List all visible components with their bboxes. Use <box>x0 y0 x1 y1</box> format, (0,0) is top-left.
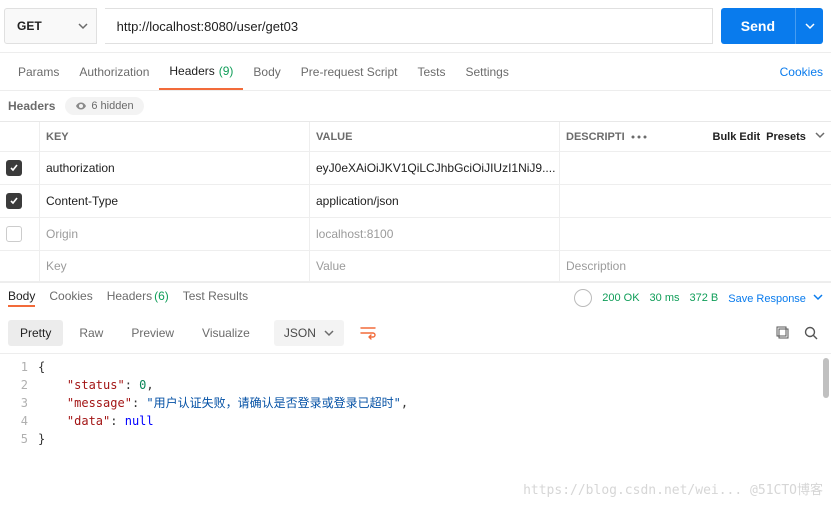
header-desc[interactable] <box>560 185 831 217</box>
header-key[interactable]: Content-Type <box>40 185 310 217</box>
method-select[interactable]: GET <box>4 8 97 44</box>
header-key-input[interactable]: Key <box>40 251 310 281</box>
table-row: Origin localhost:8100 <box>0 218 831 251</box>
view-tab-preview[interactable]: Preview <box>119 320 186 346</box>
request-tabs: Params Authorization Headers(9) Body Pre… <box>0 53 831 91</box>
checkbox[interactable] <box>6 160 22 176</box>
line-numbers: 12345 <box>0 358 38 464</box>
checkbox[interactable] <box>6 193 22 209</box>
table-row: authorization eyJ0eXAiOiJKV1QiLCJhbGciOi… <box>0 152 831 185</box>
tab-settings[interactable]: Settings <box>456 53 519 90</box>
col-key: KEY <box>40 122 310 151</box>
tab-body[interactable]: Body <box>243 53 290 90</box>
tab-pre-request-script[interactable]: Pre-request Script <box>291 53 408 90</box>
globe-icon[interactable] <box>574 289 592 307</box>
table-row: Content-Type application/json <box>0 185 831 218</box>
url-input[interactable] <box>105 8 713 44</box>
header-value[interactable]: application/json <box>310 185 560 217</box>
save-response-dropdown[interactable]: Save Response <box>728 292 823 305</box>
response-tab-headers[interactable]: Headers(6) <box>107 289 169 307</box>
method-label: GET <box>17 19 42 33</box>
tab-headers[interactable]: Headers(9) <box>159 53 243 90</box>
tab-params[interactable]: Params <box>8 53 69 90</box>
header-value[interactable]: localhost:8100 <box>310 218 560 250</box>
bulk-edit-link[interactable]: Bulk Edit <box>713 131 761 143</box>
eye-icon <box>75 100 87 112</box>
header-desc[interactable] <box>560 152 831 184</box>
copy-icon[interactable] <box>771 321 795 345</box>
search-icon[interactable] <box>799 321 823 345</box>
header-value-input[interactable]: Value <box>310 251 560 281</box>
tab-tests[interactable]: Tests <box>407 53 455 90</box>
cookies-link[interactable]: Cookies <box>780 65 823 79</box>
view-tab-pretty[interactable]: Pretty <box>8 320 63 346</box>
more-options-icon[interactable] <box>631 135 647 139</box>
checkbox[interactable] <box>6 226 22 242</box>
header-key[interactable]: Origin <box>40 218 310 250</box>
chevron-down-icon <box>815 131 825 143</box>
response-tab-test-results[interactable]: Test Results <box>183 289 248 307</box>
hidden-headers-toggle[interactable]: 6 hidden <box>65 97 143 115</box>
header-desc[interactable] <box>560 218 831 250</box>
response-tab-body[interactable]: Body <box>8 289 35 307</box>
headers-table: KEY VALUE DESCRIPTI Bulk Edit Presets au… <box>0 121 831 282</box>
col-value: VALUE <box>310 122 560 151</box>
wrap-lines-button[interactable] <box>354 319 382 347</box>
chevron-down-icon <box>78 21 88 31</box>
response-body-editor[interactable]: 12345 { "status": 0, "message": "用户认证失败，… <box>0 354 831 504</box>
view-tab-raw[interactable]: Raw <box>67 320 115 346</box>
send-dropdown-button[interactable] <box>795 8 823 44</box>
header-key[interactable]: authorization <box>40 152 310 184</box>
response-size: 372 B <box>690 292 719 304</box>
col-description: DESCRIPTI <box>566 131 625 143</box>
header-desc-input[interactable]: Description <box>560 251 831 281</box>
send-button[interactable]: Send <box>721 8 795 44</box>
view-tab-visualize[interactable]: Visualize <box>190 320 262 346</box>
headers-section-label: Headers <box>8 99 55 113</box>
response-tab-cookies[interactable]: Cookies <box>49 289 92 307</box>
header-value[interactable]: eyJ0eXAiOiJKV1QiLCJhbGciOiJIUzI1NiJ9.... <box>310 152 560 184</box>
scrollbar-thumb[interactable] <box>823 358 829 398</box>
chevron-down-icon <box>805 19 815 34</box>
response-time: 30 ms <box>650 292 680 304</box>
table-row: Key Value Description <box>0 251 831 282</box>
format-select[interactable]: JSON <box>274 320 344 346</box>
watermark: https://blog.csdn.net/wei... @51CTO博客 <box>523 479 823 498</box>
tab-authorization[interactable]: Authorization <box>69 53 159 90</box>
presets-dropdown[interactable]: Presets <box>766 130 825 143</box>
status-code: 200 OK <box>602 292 639 304</box>
